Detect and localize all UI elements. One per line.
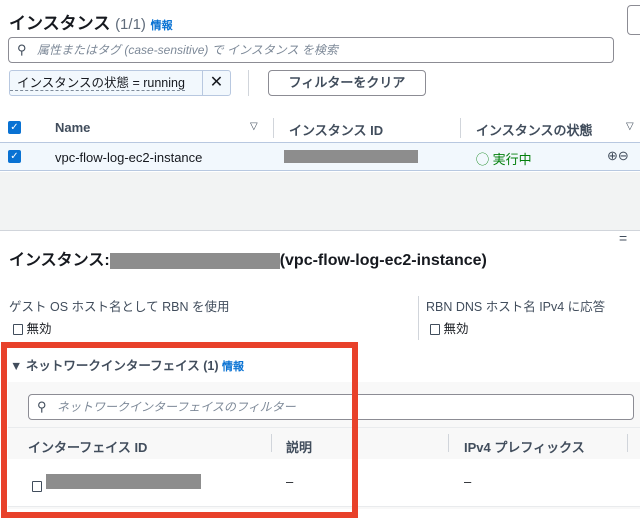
field-value: 無効 <box>430 318 469 337</box>
detail-title: インスタンス: (vpc-flow-log-ec2-instance) <box>9 252 487 269</box>
resize-handle-icon[interactable]: = <box>619 230 627 246</box>
copy-icon[interactable] <box>430 324 440 336</box>
divider <box>248 70 249 96</box>
table-row[interactable]: ✓ vpc-flow-log-ec2-instance ◯︎ 実行中 ⊕⊖ <box>0 142 640 171</box>
field-value: 無効 <box>13 318 52 337</box>
launch-button-partial[interactable] <box>627 5 640 35</box>
sort-icon[interactable]: ▽ <box>250 121 258 132</box>
field-label: RBN DNS ホスト名 IPv4 に応答 <box>426 300 606 314</box>
highlight-box <box>1 342 358 518</box>
filter-icon[interactable]: ▽ <box>626 121 634 132</box>
redacted-instance-id <box>284 150 418 163</box>
column-name[interactable]: Name <box>55 120 90 135</box>
state-running: ◯︎ 実行中 <box>476 152 532 167</box>
search-placeholder: 属性またはタグ (case-sensitive) で インスタンス を検索 <box>37 43 338 57</box>
instance-count: (1/1) <box>115 16 146 33</box>
remove-filter-icon[interactable]: ✕ <box>202 71 230 95</box>
filter-token-label: インスタンスの状態 = running <box>10 76 185 91</box>
field-label: ゲスト OS ホスト名として RBN を使用 <box>9 300 230 314</box>
instances-title: インスタンス (1/1) 情報 <box>9 9 173 34</box>
info-link[interactable]: 情報 <box>151 20 173 32</box>
filter-token[interactable]: インスタンスの状態 = running ✕ <box>9 70 231 96</box>
clear-filters-button[interactable]: フィルターをクリア <box>268 70 426 96</box>
ipv4-prefix-value: – <box>464 474 472 489</box>
column-instance-id[interactable]: インスタンス ID <box>289 120 383 139</box>
column-ipv4-prefix[interactable]: IPv4 プレフィックス <box>464 437 585 456</box>
search-icon: ⚲ <box>17 42 27 57</box>
row-name: vpc-flow-log-ec2-instance <box>55 150 203 165</box>
instance-search-input[interactable]: ⚲ 属性またはタグ (case-sensitive) で インスタンス を検索 <box>8 37 614 63</box>
zoom-icons[interactable]: ⊕⊖ <box>607 148 629 164</box>
title-text: インスタンス <box>9 14 111 33</box>
row-checkbox[interactable]: ✓ <box>8 150 21 163</box>
copy-icon[interactable] <box>13 324 23 336</box>
column-state[interactable]: インスタンスの状態 <box>476 120 592 139</box>
select-all-checkbox[interactable]: ✓ <box>8 121 21 134</box>
table-header: ✓ Name ▽ インスタンス ID インスタンスの状態 ▽ <box>0 114 640 142</box>
split-gap <box>0 172 640 231</box>
